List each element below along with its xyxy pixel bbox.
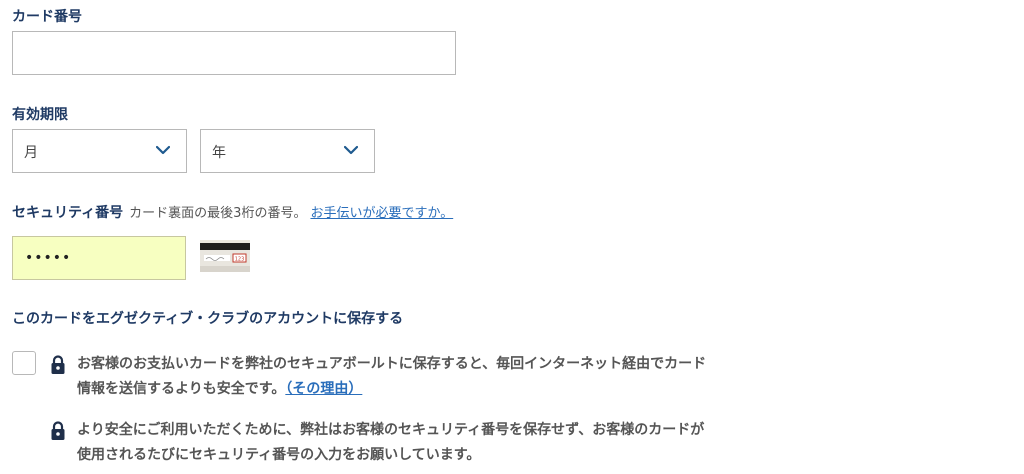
- lock-icon: [51, 421, 65, 440]
- expiry-year-select[interactable]: 年: [200, 129, 375, 173]
- card-number-label: カード番号: [12, 9, 82, 25]
- save-card-checkbox[interactable]: [12, 351, 36, 375]
- expiry-year-value: 年: [212, 145, 226, 161]
- security-row: セキュリティ番号 カード裏面の最後3桁の番号。 お手伝いが必要ですか。: [12, 202, 453, 222]
- security-label: セキュリティ番号: [12, 205, 124, 221]
- save-card-title: このカードをエグゼクティブ・クラブのアカウントに保存する: [12, 311, 404, 327]
- security-help-link[interactable]: お手伝いが必要ですか。: [310, 206, 453, 221]
- security-code-input[interactable]: •••••: [12, 236, 186, 280]
- card-back-icon: 123: [200, 240, 250, 272]
- svg-text:123: 123: [235, 257, 245, 263]
- chevron-down-icon: [344, 145, 358, 155]
- expiry-month-value: 月: [24, 145, 38, 161]
- card-number-input[interactable]: [12, 31, 456, 75]
- security-hint: カード裏面の最後3桁の番号。: [129, 206, 307, 221]
- why-link[interactable]: （その理由）: [285, 381, 362, 397]
- chevron-down-icon: [156, 145, 170, 155]
- security-note: より安全にご利用いただくために、弊社はお客様のセキュリティ番号を保存せず、お客様…: [77, 422, 705, 463]
- expiry-label: 有効期限: [12, 107, 68, 123]
- security-code-value: •••••: [25, 250, 72, 266]
- save-card-description-block: お客様のお支払いカードを弊社のセキュアボールトに保存すると、毎回インターネット経…: [77, 352, 717, 402]
- save-card-description: お客様のお支払いカードを弊社のセキュアボールトに保存すると、毎回インターネット経…: [77, 356, 707, 397]
- expiry-month-select[interactable]: 月: [12, 129, 187, 173]
- lock-icon: [51, 355, 65, 374]
